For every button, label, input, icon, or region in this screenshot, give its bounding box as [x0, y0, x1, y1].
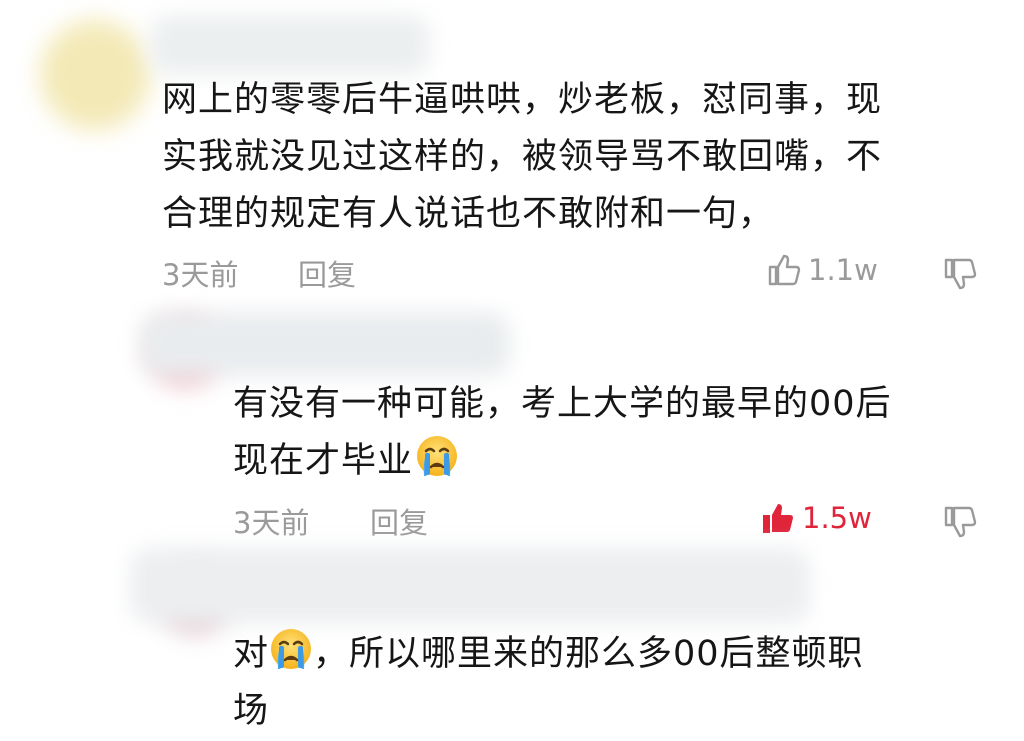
comment-line: 对 ，所以哪里来的那么多00后整顿职 [233, 626, 864, 683]
comment-text: 网上的零零后牛逼哄哄，炒老板，怼同事，现 实我就没见过这样的，被领导骂不敢回嘴，… [162, 72, 882, 243]
username-blurred [130, 548, 810, 623]
comment-line: 合理的规定有人说话也不敢附和一句， [162, 194, 775, 234]
comment-time: 3天前 [233, 506, 310, 540]
crying-face-icon [415, 434, 459, 478]
comment-text: 有没有一种可能，考上大学的最早的00后 现在才毕业 [233, 376, 892, 490]
comment-time: 3天前 [162, 258, 239, 292]
comment-line-text: 对 [233, 634, 270, 674]
avatar[interactable] [40, 20, 150, 130]
reply-button[interactable]: 回复 [370, 500, 428, 542]
username-blurred [150, 15, 430, 75]
like-count: 1.5w [802, 501, 872, 535]
like-count: 1.1w [808, 253, 878, 287]
comment-text: 对 ，所以哪里来的那么多00后整顿职 场 [233, 626, 864, 740]
comment-line: 场 [233, 691, 270, 731]
reply-button[interactable]: 回复 [298, 252, 356, 294]
comment-line: 实我就没见过这样的，被领导骂不敢回嘴，不 [162, 137, 883, 177]
username-blurred [140, 312, 510, 376]
comment-line: 网上的零零后牛逼哄哄，炒老板，怼同事，现 [162, 80, 883, 120]
comment-line-text: 现在才毕业 [233, 441, 414, 481]
comment-line-text: ，所以哪里来的那么多00后整顿职 [313, 634, 864, 674]
thumbs-up-icon [766, 252, 802, 288]
crying-face-icon [269, 627, 313, 671]
like-button[interactable]: 1.5w [760, 500, 872, 536]
thumbs-down-icon[interactable] [942, 504, 978, 540]
comment-line: 现在才毕业 [233, 433, 892, 490]
thumbs-up-filled-icon [760, 500, 796, 536]
thumbs-down-icon[interactable] [942, 256, 978, 292]
comment-line: 有没有一种可能，考上大学的最早的00后 [233, 384, 892, 424]
like-button[interactable]: 1.1w [766, 252, 878, 288]
